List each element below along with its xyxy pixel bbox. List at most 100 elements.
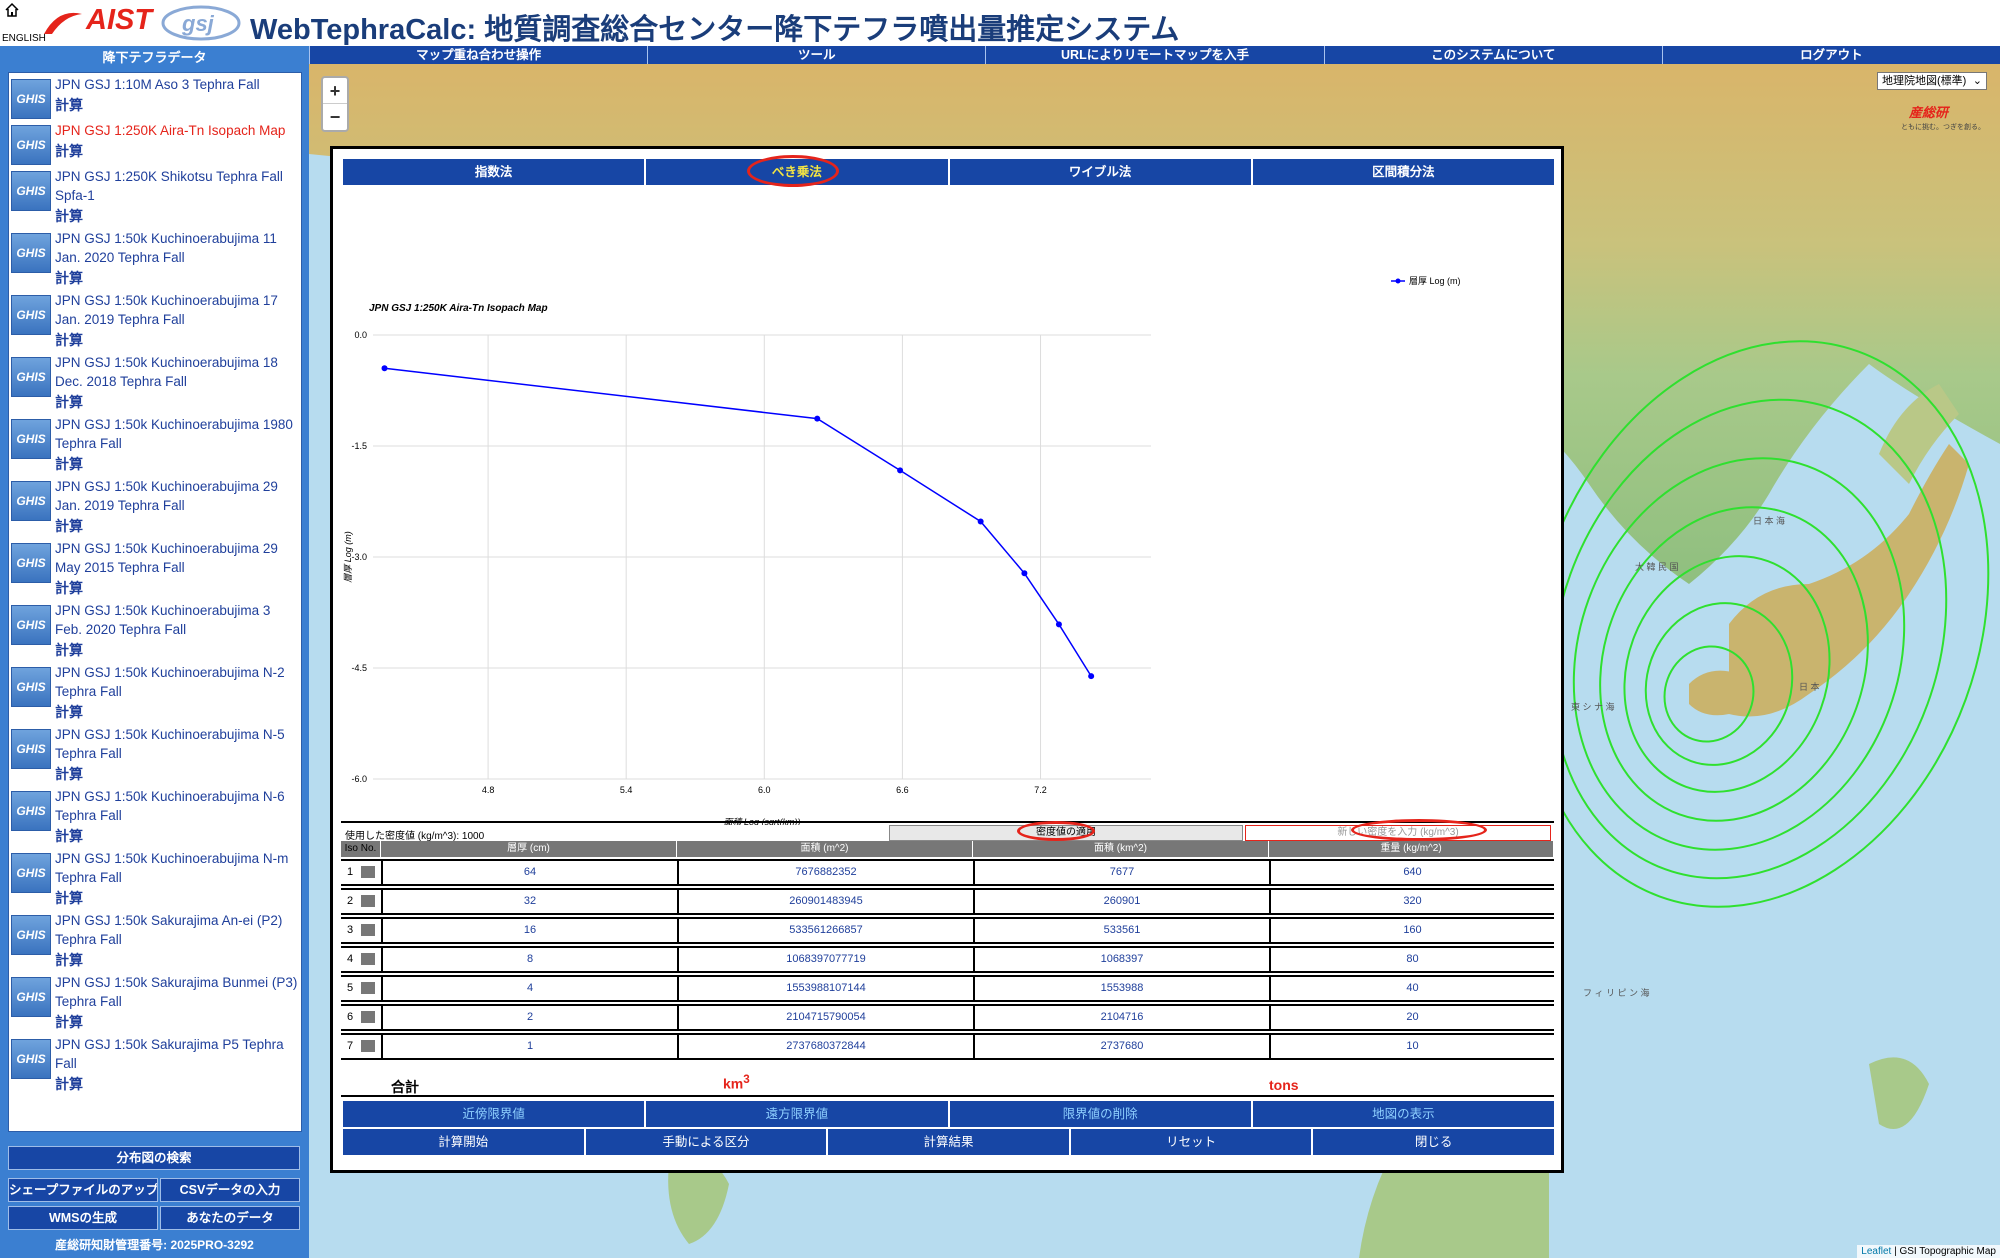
- calculation-result-button[interactable]: 計算結果: [826, 1129, 1069, 1155]
- start-calculation-button[interactable]: 計算開始: [341, 1129, 584, 1155]
- list-item-name[interactable]: JPN GSJ 1:50k Kuchinoerabujima N-5 Tephr…: [55, 725, 299, 763]
- color-swatch[interactable]: [361, 1040, 375, 1052]
- calculate-link[interactable]: 計算: [55, 140, 285, 162]
- list-item-name[interactable]: JPN GSJ 1:50k Kuchinoerabujima 18 Dec. 2…: [55, 353, 299, 391]
- menu-remote-map[interactable]: URLによりリモートマップを入手: [985, 46, 1323, 64]
- calculate-link[interactable]: 計算: [55, 639, 299, 661]
- far-limit-button[interactable]: 遠方限界値: [644, 1101, 947, 1127]
- list-item-name[interactable]: JPN GSJ 1:50k Kuchinoerabujima N-6 Tephr…: [55, 787, 299, 825]
- list-item[interactable]: GHIS JPN GSJ 1:10M Aso 3 Tephra Fall 計算: [9, 73, 301, 119]
- list-item-name[interactable]: JPN GSJ 1:50k Sakurajima P5 Tephra Fall: [55, 1035, 299, 1073]
- tab-exponential[interactable]: 指数法: [341, 159, 645, 185]
- calculate-link[interactable]: 計算: [55, 515, 299, 537]
- list-item-name[interactable]: JPN GSJ 1:50k Kuchinoerabujima 11 Jan. 2…: [55, 229, 299, 267]
- color-swatch[interactable]: [361, 924, 375, 936]
- list-item-name[interactable]: JPN GSJ 1:50k Sakurajima Bunmei (P3) Tep…: [55, 973, 299, 1011]
- iso-no-cell: 5: [341, 977, 381, 1000]
- tab-weibull[interactable]: ワイブル法: [947, 159, 1251, 185]
- calculate-link[interactable]: 計算: [55, 267, 299, 289]
- area-km2-cell: 260901: [973, 890, 1269, 913]
- list-item-name[interactable]: JPN GSJ 1:10M Aso 3 Tephra Fall: [55, 75, 260, 94]
- method-tabs: 指数法 べき乗法 ワイブル法 区間積分法: [341, 159, 1554, 185]
- data-point: [897, 467, 904, 474]
- calculate-link[interactable]: 計算: [55, 701, 299, 723]
- density-used-label: 使用した密度値 (kg/m^3): 1000: [345, 831, 485, 842]
- menu-logout[interactable]: ログアウト: [1661, 46, 2000, 64]
- reset-button[interactable]: リセット: [1068, 1129, 1312, 1155]
- csv-input-button[interactable]: CSVデータの入力: [160, 1178, 300, 1202]
- leaflet-link[interactable]: Leaflet: [1861, 1246, 1891, 1257]
- close-button[interactable]: 閉じる: [1311, 1129, 1554, 1155]
- calculate-link[interactable]: 計算: [55, 577, 299, 599]
- menu-about[interactable]: このシステムについて: [1323, 46, 1662, 64]
- apply-density-button[interactable]: 密度値の適用: [889, 825, 1243, 841]
- near-limit-button[interactable]: 近傍限界値: [341, 1101, 644, 1127]
- list-item-name[interactable]: JPN GSJ 1:50k Kuchinoerabujima 29 Jan. 2…: [55, 477, 299, 515]
- iso-no-cell-text: 3: [347, 924, 354, 936]
- list-item[interactable]: GHIS JPN GSJ 1:50k Kuchinoerabujima 1980 …: [9, 413, 301, 475]
- list-item-name[interactable]: JPN GSJ 1:250K Aira-Tn Isopach Map: [55, 121, 285, 140]
- calculate-link[interactable]: 計算: [55, 205, 299, 227]
- show-map-button[interactable]: 地図の表示: [1250, 1101, 1554, 1127]
- list-item[interactable]: GHIS JPN GSJ 1:50k Kuchinoerabujima N-m T…: [9, 847, 301, 909]
- list-item[interactable]: GHIS JPN GSJ 1:50k Kuchinoerabujima 3 Feb…: [9, 599, 301, 661]
- list-item-name[interactable]: JPN GSJ 1:50k Kuchinoerabujima 29 May 20…: [55, 539, 299, 577]
- iso-no-cell: 4: [341, 948, 381, 971]
- color-swatch[interactable]: [361, 866, 375, 878]
- list-item[interactable]: GHIS JPN GSJ 1:50k Kuchinoerabujima N-5 T…: [9, 723, 301, 785]
- list-item[interactable]: GHIS JPN GSJ 1:250K Aira-Tn Isopach Map 計算: [9, 119, 301, 165]
- calculate-link[interactable]: 計算: [55, 763, 299, 785]
- tephra-data-list[interactable]: GHIS JPN GSJ 1:10M Aso 3 Tephra Fall 計算 GHI…: [8, 72, 302, 1132]
- manual-segmentation-button[interactable]: 手動による区分: [583, 1129, 827, 1155]
- tab-power-law[interactable]: べき乗法: [644, 159, 948, 185]
- calculate-link[interactable]: 計算: [55, 825, 299, 847]
- list-item[interactable]: GHIS JPN GSJ 1:50k Sakurajima P5 Tephra F…: [9, 1033, 301, 1095]
- color-swatch[interactable]: [361, 1011, 375, 1023]
- list-item[interactable]: GHIS JPN GSJ 1:50k Kuchinoerabujima 18 De…: [9, 351, 301, 413]
- calculate-link[interactable]: 計算: [55, 329, 299, 351]
- list-item[interactable]: GHIS JPN GSJ 1:50k Kuchinoerabujima 11 Ja…: [9, 227, 301, 289]
- calculate-link[interactable]: 計算: [55, 887, 299, 909]
- list-item-name[interactable]: JPN GSJ 1:250K Shikotsu Tephra Fall Spfa…: [55, 167, 299, 205]
- your-data-button[interactable]: あなたのデータ: [160, 1206, 300, 1230]
- list-item[interactable]: GHIS JPN GSJ 1:50k Kuchinoerabujima N-2 T…: [9, 661, 301, 723]
- area-m2-cell-text: 2104715790054: [786, 1011, 866, 1023]
- thickness-cell: 8: [381, 948, 677, 971]
- tab-segment-integration[interactable]: 区間積分法: [1250, 159, 1554, 185]
- home-icon[interactable]: [4, 2, 20, 18]
- shapefile-upload-button[interactable]: シェープファイルのアップ: [8, 1178, 158, 1202]
- wms-generate-button[interactable]: WMSの生成: [8, 1206, 158, 1230]
- calculate-link[interactable]: 計算: [55, 1073, 299, 1095]
- list-item[interactable]: GHIS JPN GSJ 1:50k Sakurajima Bunmei (P3)…: [9, 971, 301, 1033]
- list-item[interactable]: GHIS JPN GSJ 1:50k Kuchinoerabujima 29 Ma…: [9, 537, 301, 599]
- list-item[interactable]: GHIS JPN GSJ 1:50k Kuchinoerabujima N-6 T…: [9, 785, 301, 847]
- zoom-out-button[interactable]: −: [323, 104, 347, 130]
- calculate-link[interactable]: 計算: [55, 94, 260, 116]
- calculate-link[interactable]: 計算: [55, 949, 299, 971]
- new-density-input[interactable]: 新しい密度を入力 (kg/m^3): [1245, 825, 1551, 841]
- list-item-name[interactable]: JPN GSJ 1:50k Kuchinoerabujima 3 Feb. 20…: [55, 601, 299, 639]
- calculate-link[interactable]: 計算: [55, 1011, 299, 1033]
- list-item-name[interactable]: JPN GSJ 1:50k Kuchinoerabujima N-m Tephr…: [55, 849, 299, 887]
- color-swatch[interactable]: [361, 953, 375, 965]
- list-item[interactable]: GHIS JPN GSJ 1:250K Shikotsu Tephra Fall …: [9, 165, 301, 227]
- search-distribution-button[interactable]: 分布図の検索: [8, 1146, 300, 1170]
- list-item[interactable]: GHIS JPN GSJ 1:50k Sakurajima An-ei (P2) …: [9, 909, 301, 971]
- calculate-link[interactable]: 計算: [55, 453, 299, 475]
- menu-tools[interactable]: ツール: [647, 46, 985, 64]
- color-swatch[interactable]: [361, 982, 375, 994]
- list-item-name[interactable]: JPN GSJ 1:50k Kuchinoerabujima 1980 Teph…: [55, 415, 299, 453]
- list-item-name[interactable]: JPN GSJ 1:50k Kuchinoerabujima N-2 Tephr…: [55, 663, 299, 701]
- list-item[interactable]: GHIS JPN GSJ 1:50k Kuchinoerabujima 17 Ja…: [9, 289, 301, 351]
- menu-map-overlay[interactable]: マップ重ね合わせ操作: [309, 46, 647, 64]
- list-item-name[interactable]: JPN GSJ 1:50k Kuchinoerabujima 17 Jan. 2…: [55, 291, 299, 329]
- x-tick-label: 7.2: [1034, 785, 1047, 795]
- list-item-name[interactable]: JPN GSJ 1:50k Sakurajima An-ei (P2) Teph…: [55, 911, 299, 949]
- base-layer-select[interactable]: 地理院地図(標準) ⌄: [1877, 72, 1987, 90]
- color-swatch[interactable]: [361, 895, 375, 907]
- calculate-link[interactable]: 計算: [55, 391, 299, 413]
- weight-cell-text: 320: [1403, 895, 1422, 907]
- zoom-in-button[interactable]: +: [323, 78, 347, 104]
- delete-limit-button[interactable]: 限界値の削除: [947, 1101, 1251, 1127]
- list-item[interactable]: GHIS JPN GSJ 1:50k Kuchinoerabujima 29 Ja…: [9, 475, 301, 537]
